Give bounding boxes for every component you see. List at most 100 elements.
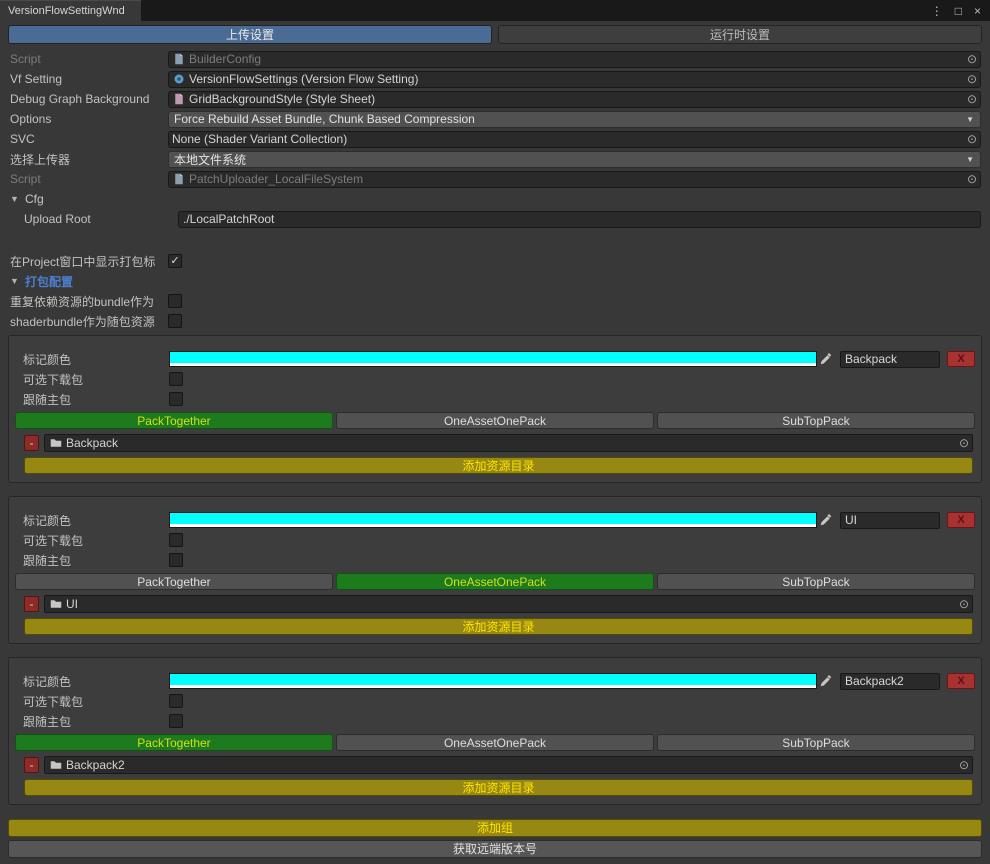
remove-dir-button[interactable]: - [24,596,39,612]
mode-sub-top-pack-button[interactable]: SubTopPack [657,412,975,429]
object-picker-icon[interactable]: ⊙ [964,172,980,186]
spacer [0,229,990,251]
follow-row: 跟随主包 [15,711,975,731]
dir-object-field[interactable]: Backpack2 ⊙ [44,756,973,774]
pack-config-foldout-label[interactable]: 打包配置 [25,273,73,290]
eyedropper-icon[interactable] [818,514,834,526]
vf-setting-object-field[interactable]: VersionFlowSettings (Version Flow Settin… [168,71,981,88]
group-tag-input[interactable] [840,351,940,368]
asset-group: 标记颜色 X 可选下载包 跟随主包 PackTogether OneAssetO… [8,657,982,805]
remove-group-button[interactable]: X [947,351,975,367]
script2-value: PatchUploader_LocalFileSystem [189,172,363,186]
color-label: 标记颜色 [23,673,169,690]
color-field[interactable] [169,351,817,367]
object-picker-icon[interactable]: ⊙ [964,132,980,146]
foldout-arrow-icon[interactable]: ▼ [10,276,20,286]
options-value: Force Rebuild Asset Bundle, Chunk Based … [174,112,475,126]
follow-label: 跟随主包 [23,713,169,730]
optional-checkbox[interactable] [169,533,183,547]
mode-pack-together-button[interactable]: PackTogether [15,412,333,429]
follow-checkbox[interactable] [169,392,183,406]
object-picker-icon[interactable]: ⊙ [956,436,972,450]
optional-row: 可选下载包 [15,530,975,550]
dup-bundle-checkbox[interactable] [168,294,182,308]
eyedropper-icon[interactable] [818,675,834,687]
remove-group-button[interactable]: X [947,512,975,528]
color-row: 标记颜色 X [15,671,975,691]
fetch-remote-version-button[interactable]: 获取远端版本号 [8,840,982,858]
follow-label: 跟随主包 [23,552,169,569]
dir-object-field[interactable]: UI ⊙ [44,595,973,613]
uploader-dropdown[interactable]: 本地文件系统 ▼ [168,151,981,168]
row-svc: SVC None (Shader Variant Collection) ⊙ [0,129,990,149]
row-shader-bundle-toggle: shaderbundle作为随包资源 [0,311,990,331]
mode-pack-together-button[interactable]: PackTogether [15,573,333,590]
remove-dir-button[interactable]: - [24,435,39,451]
tab-upload-settings[interactable]: 上传设置 [8,25,492,44]
foldout-arrow-icon[interactable]: ▼ [10,194,20,204]
object-picker-icon[interactable]: ⊙ [964,92,980,106]
group-tag-input[interactable] [840,512,940,529]
window-controls: ⋮ □ × [931,0,990,21]
follow-checkbox[interactable] [169,714,183,728]
close-icon[interactable]: × [974,5,981,17]
svc-object-field[interactable]: None (Shader Variant Collection) ⊙ [168,131,981,148]
menu-icon[interactable]: ⋮ [931,5,943,17]
row-upload-root: Upload Root ./LocalPatchRoot [0,209,990,229]
cfg-foldout-label[interactable]: Cfg [25,192,44,206]
tab-runtime-settings[interactable]: 运行时设置 [498,25,982,44]
show-icon-checkbox[interactable] [168,254,182,268]
mode-sub-top-pack-button[interactable]: SubTopPack [657,573,975,590]
maximize-icon[interactable]: □ [955,5,962,17]
add-dir-button[interactable]: 添加资源目录 [24,457,973,474]
chevron-down-icon: ▼ [966,115,974,124]
remove-dir-button[interactable]: - [24,757,39,773]
svc-value: None (Shader Variant Collection) [172,132,347,146]
row-vf-setting: Vf Setting VersionFlowSettings (Version … [0,69,990,89]
eyedropper-icon[interactable] [818,353,834,365]
alpha-strip [170,524,816,527]
window-tab[interactable]: VersionFlowSettingWnd [0,0,141,21]
remove-group-button[interactable]: X [947,673,975,689]
follow-checkbox[interactable] [169,553,183,567]
add-dir-button[interactable]: 添加资源目录 [24,618,973,635]
script2-object-field[interactable]: PatchUploader_LocalFileSystem ⊙ [168,171,981,188]
color-row: 标记颜色 X [15,510,975,530]
object-picker-icon[interactable]: ⊙ [964,72,980,86]
script-value: BuilderConfig [189,52,261,66]
optional-checkbox[interactable] [169,372,183,386]
color-row: 标记颜色 X [15,349,975,369]
dir-folder-name: Backpack2 [66,758,125,772]
add-dir-button[interactable]: 添加资源目录 [24,779,973,796]
mode-sub-top-pack-button[interactable]: SubTopPack [657,734,975,751]
color-field[interactable] [169,512,817,528]
pack-mode-row: PackTogether OneAssetOnePack SubTopPack [15,573,975,590]
optional-label: 可选下载包 [23,371,169,388]
color-swatch [170,674,816,685]
dir-object-field[interactable]: Backpack ⊙ [44,434,973,452]
mode-one-asset-one-pack-button[interactable]: OneAssetOnePack [336,734,654,751]
mode-pack-together-button[interactable]: PackTogether [15,734,333,751]
object-picker-icon[interactable]: ⊙ [964,52,980,66]
stylesheet-icon [173,93,185,105]
row-debug-graph: Debug Graph Background GridBackgroundSty… [0,89,990,109]
script-icon [173,173,185,185]
script-object-field[interactable]: BuilderConfig ⊙ [168,51,981,68]
add-group-button[interactable]: 添加组 [8,819,982,837]
upload-root-input[interactable]: ./LocalPatchRoot [178,211,981,228]
optional-checkbox[interactable] [169,694,183,708]
dir-row: - UI ⊙ [24,595,973,613]
options-dropdown[interactable]: Force Rebuild Asset Bundle, Chunk Based … [168,111,981,128]
shader-bundle-checkbox[interactable] [168,314,182,328]
mode-one-asset-one-pack-button[interactable]: OneAssetOnePack [336,412,654,429]
debug-graph-object-field[interactable]: GridBackgroundStyle (Style Sheet) ⊙ [168,91,981,108]
row-uploader: 选择上传器 本地文件系统 ▼ [0,149,990,169]
object-picker-icon[interactable]: ⊙ [956,758,972,772]
window-title: VersionFlowSettingWnd [8,5,125,17]
group-tag-input[interactable] [840,673,940,690]
mode-one-asset-one-pack-button[interactable]: OneAssetOnePack [336,573,654,590]
object-picker-icon[interactable]: ⊙ [956,597,972,611]
dup-bundle-label: 重复依赖资源的bundle作为 [10,293,168,310]
alpha-strip [170,363,816,366]
color-field[interactable] [169,673,817,689]
